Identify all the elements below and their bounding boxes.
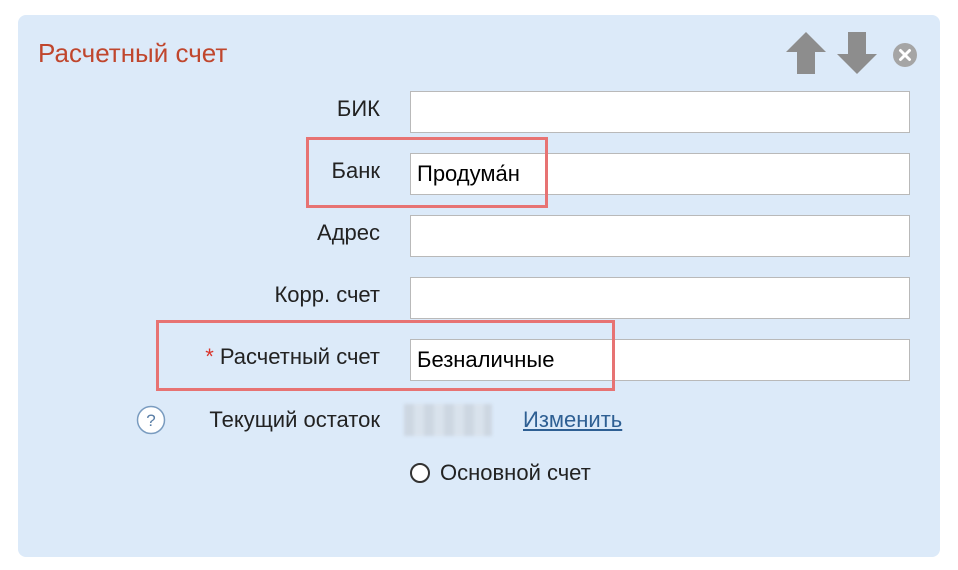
required-mark: * bbox=[205, 344, 214, 369]
address-label: Адрес bbox=[317, 220, 380, 245]
account-field[interactable] bbox=[410, 339, 910, 381]
radio-circle[interactable] bbox=[410, 463, 430, 483]
corr-account-label: Корр. счет bbox=[274, 282, 380, 307]
main-account-radio[interactable]: Основной счет bbox=[410, 460, 591, 486]
bik-field[interactable] bbox=[410, 91, 910, 133]
balance-label: Текущий остаток bbox=[209, 407, 380, 432]
bank-field[interactable] bbox=[410, 153, 910, 195]
move-up-button[interactable] bbox=[784, 30, 828, 76]
bank-label: Банк bbox=[331, 158, 380, 183]
help-button[interactable]: ? bbox=[136, 405, 166, 435]
balance-value-redacted bbox=[404, 404, 492, 436]
main-account-label: Основной счет bbox=[440, 460, 591, 485]
svg-text:?: ? bbox=[146, 411, 155, 430]
account-label: Расчетный счет bbox=[219, 344, 380, 369]
corr-account-field[interactable] bbox=[410, 277, 910, 319]
address-field[interactable] bbox=[410, 215, 910, 257]
change-balance-link[interactable]: Изменить bbox=[523, 407, 622, 433]
panel-title: Расчетный счет bbox=[38, 38, 228, 68]
bik-label: БИК bbox=[336, 96, 380, 121]
close-icon bbox=[893, 43, 917, 67]
account-label-row: * Расчетный счет bbox=[205, 344, 380, 370]
move-down-button[interactable] bbox=[835, 30, 879, 76]
close-button[interactable] bbox=[892, 42, 918, 68]
arrow-up-icon bbox=[786, 32, 826, 74]
question-circle-icon: ? bbox=[136, 405, 166, 435]
arrow-down-icon bbox=[837, 32, 877, 74]
